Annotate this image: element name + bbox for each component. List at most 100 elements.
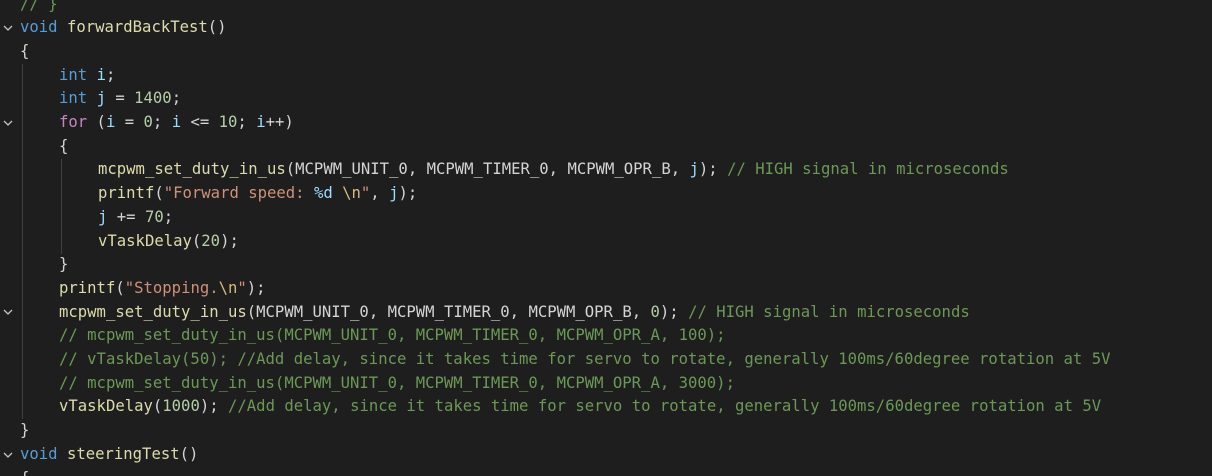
- code-editor[interactable]: // } void forwardBackTest(){int i; int j =…: [0, 0, 1212, 476]
- code-line[interactable]: }: [0, 253, 1212, 277]
- code-token: vTaskDelay: [59, 397, 153, 416]
- code-token: {: [20, 41, 30, 60]
- code-token: //Add delay, since it takes time for ser…: [228, 397, 1102, 416]
- code-text: printf("Stopping.\n");: [59, 277, 266, 301]
- code-token: // }: [20, 0, 58, 13]
- code-token: vTaskDelay: [98, 231, 192, 250]
- code-line[interactable]: {: [0, 40, 1212, 64]
- code-text: vTaskDelay(1000); //Add delay, since it …: [59, 395, 1101, 419]
- code-text: int j = 1400;: [59, 87, 181, 111]
- code-token: ++): [265, 113, 294, 131]
- code-token: j: [689, 160, 699, 179]
- code-text: printf("Forward speed: %d \n", j);: [98, 182, 417, 206]
- code-token: MCPWM_OPR_B: [567, 160, 671, 179]
- code-line[interactable]: printf("Stopping.\n");: [0, 277, 1212, 301]
- code-token: +=: [107, 207, 145, 226]
- code-token: i: [171, 113, 182, 131]
- fold-chevron-down-icon[interactable]: [1, 16, 15, 40]
- code-token: ,: [407, 160, 427, 179]
- code-text: void forwardBackTest(): [20, 16, 227, 40]
- code-token: MCPWM_TIMER_0: [387, 302, 510, 321]
- code-token: printf: [98, 184, 155, 203]
- code-line[interactable]: vTaskDelay(20);: [0, 230, 1212, 254]
- code-token: =: [105, 89, 135, 108]
- fold-chevron-down-icon[interactable]: [1, 443, 15, 467]
- code-token: forwardBackTest: [66, 18, 208, 37]
- code-text: for (i = 0; i <= 10; i++): [59, 111, 294, 135]
- code-token: MCPWM_OPR_B: [528, 302, 632, 321]
- code-token: );: [246, 278, 266, 297]
- code-text: {: [20, 40, 29, 64]
- code-token: );: [398, 184, 418, 203]
- code-text: }: [59, 253, 68, 277]
- code-text: // vTaskDelay(50); //Add delay, since it…: [59, 348, 1110, 372]
- code-line[interactable]: // mcpwm_set_duty_in_us(MCPWM_UNIT_0, MC…: [0, 324, 1212, 348]
- code-line[interactable]: for (i = 0; i <= 10; i++): [0, 111, 1212, 135]
- code-token: (: [191, 231, 202, 250]
- code-token: MCPWM_UNIT_0: [295, 160, 408, 179]
- code-token: "Stopping.: [124, 278, 219, 297]
- fold-chevron-down-icon[interactable]: [1, 111, 15, 135]
- code-token: ,: [631, 302, 651, 321]
- code-token: ,: [368, 302, 388, 321]
- code-token: (): [179, 444, 199, 463]
- code-token: ,: [670, 160, 690, 179]
- code-token: <=: [181, 113, 219, 131]
- code-line[interactable]: {: [0, 467, 1212, 476]
- code-token: mcpwm_set_duty_in_us: [98, 160, 286, 179]
- code-line[interactable]: vTaskDelay(1000); //Add delay, since it …: [0, 395, 1212, 419]
- code-text: void steeringTest(): [20, 443, 198, 467]
- code-text: {: [59, 135, 68, 159]
- code-text: int i;: [59, 64, 115, 88]
- code-line[interactable]: mcpwm_set_duty_in_us(MCPWM_UNIT_0, MCPWM…: [0, 301, 1212, 325]
- code-token: (: [246, 302, 257, 321]
- code-line[interactable]: // vTaskDelay(50); //Add delay, since it…: [0, 348, 1212, 372]
- code-line[interactable]: int j = 1400;: [0, 87, 1212, 111]
- code-token: \n: [218, 278, 238, 297]
- code-token: // mcpwm_set_duty_in_us(MCPWM_UNIT_0, MC…: [59, 326, 726, 345]
- code-text: mcpwm_set_duty_in_us(MCPWM_UNIT_0, MCPWM…: [98, 158, 1009, 182]
- code-token: \n: [342, 184, 361, 203]
- code-token: int: [59, 65, 88, 84]
- code-token: // vTaskDelay(50); //Add delay, since it…: [59, 350, 1111, 368]
- code-text: j += 70;: [98, 206, 173, 230]
- code-token: ,: [370, 184, 390, 203]
- code-token: (: [87, 113, 106, 131]
- code-line[interactable]: void steeringTest(): [0, 443, 1212, 467]
- code-line[interactable]: int i;: [0, 64, 1212, 88]
- code-token: j: [98, 207, 108, 226]
- code-token: ": [360, 184, 371, 203]
- code-token: ;: [237, 113, 257, 131]
- code-token: 0: [650, 302, 660, 321]
- code-token: ;: [152, 113, 172, 131]
- code-token: int: [59, 89, 88, 108]
- code-text: {: [20, 467, 29, 476]
- code-line[interactable]: j += 70;: [0, 206, 1212, 230]
- code-token: ": [237, 278, 247, 297]
- code-token: (: [154, 184, 164, 203]
- code-line[interactable]: // }: [0, 0, 1212, 16]
- code-line[interactable]: }: [0, 419, 1212, 443]
- code-text: vTaskDelay(20);: [98, 230, 239, 254]
- code-line[interactable]: printf("Forward speed: %d \n", j);: [0, 182, 1212, 206]
- code-line[interactable]: mcpwm_set_duty_in_us(MCPWM_UNIT_0, MCPWM…: [0, 158, 1212, 182]
- fold-chevron-down-icon[interactable]: [1, 301, 15, 325]
- code-token: ;: [171, 89, 182, 108]
- code-text: mcpwm_set_duty_in_us(MCPWM_UNIT_0, MCPWM…: [59, 301, 970, 325]
- code-token: }: [59, 255, 69, 274]
- code-token: steeringTest: [66, 444, 180, 463]
- code-line[interactable]: void forwardBackTest(): [0, 16, 1212, 40]
- code-text: // mcpwm_set_duty_in_us(MCPWM_UNIT_0, MC…: [59, 372, 735, 396]
- code-token: i: [96, 65, 106, 84]
- code-token: 0: [143, 113, 153, 131]
- code-token: 20: [201, 231, 221, 250]
- code-token: ;: [163, 207, 174, 226]
- code-token: 1400: [134, 89, 172, 108]
- code-line[interactable]: {: [0, 135, 1212, 159]
- code-line[interactable]: // mcpwm_set_duty_in_us(MCPWM_UNIT_0, MC…: [0, 372, 1212, 396]
- code-token: (: [115, 278, 125, 297]
- code-token: 10: [218, 113, 238, 131]
